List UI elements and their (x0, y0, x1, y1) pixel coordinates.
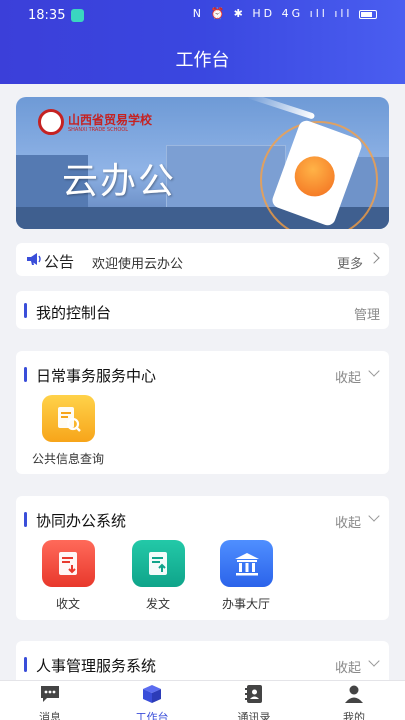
app-label: 收文 (55, 597, 80, 611)
school-logo-icon (38, 109, 64, 135)
bank-hall-icon (219, 540, 273, 587)
notification-app-icon (71, 9, 84, 22)
collapse-button[interactable]: 收起 (335, 512, 361, 531)
battery-icon (359, 9, 377, 19)
megaphone-icon (27, 253, 41, 265)
tab-contacts[interactable]: 通讯录 (219, 681, 289, 720)
bottom-tab-bar: 消息 工作台 通讯录 我的 (0, 680, 405, 720)
app-service-hall[interactable]: 办事大厅 (206, 540, 286, 612)
section-marker (24, 657, 27, 672)
collaboration-title: 协同办公系统 (36, 512, 127, 530)
chevron-down-icon[interactable] (368, 365, 380, 377)
message-icon (41, 686, 59, 702)
search-document-icon (41, 395, 95, 442)
manage-button[interactable]: 管理 (354, 304, 380, 323)
school-name: 山西省贸易学校 (68, 113, 153, 127)
daily-affairs-title: 日常事务服务中心 (36, 367, 157, 385)
status-indicators: N ⏰ ✱ HD 4G ıll ıll (193, 7, 377, 20)
cube-icon (143, 685, 161, 703)
section-marker (24, 367, 27, 382)
app-public-info-query[interactable]: 公共信息查询 (28, 395, 108, 467)
console-title: 我的控制台 (36, 304, 112, 322)
chevron-down-icon[interactable] (368, 655, 380, 667)
console-section: 我的控制台 管理 (16, 291, 389, 329)
chevron-right-icon (368, 252, 380, 264)
send-document-icon (131, 540, 185, 587)
announcement-label: 公告 (44, 253, 75, 271)
page-title: 工作台 (175, 50, 230, 71)
section-marker (24, 512, 27, 527)
hr-title: 人事管理服务系统 (36, 657, 157, 675)
collapse-button[interactable]: 收起 (335, 367, 361, 386)
status-time: 18:35 (28, 8, 66, 23)
app-label: 办事大厅 (221, 597, 270, 611)
contacts-icon (245, 685, 262, 703)
inbox-document-icon (41, 540, 95, 587)
announcement-text: 欢迎使用云办公 (92, 257, 184, 272)
app-label: 公共信息查询 (31, 452, 104, 466)
more-link[interactable]: 更多 (337, 253, 363, 272)
person-icon (345, 685, 363, 703)
app-inbox-document[interactable]: 收文 (28, 540, 108, 612)
school-name-en: SHANXI TRADE SCHOOL (68, 127, 129, 133)
status-bar: 18:35 N ⏰ ✱ HD 4G ıll ıll (0, 0, 405, 30)
tab-workbench[interactable]: 工作台 (117, 681, 187, 720)
chevron-down-icon[interactable] (368, 510, 380, 522)
app-send-document[interactable]: 发文 (118, 540, 198, 612)
announcement-bar[interactable]: 公告 欢迎使用云办公 更多 (16, 243, 389, 276)
promo-banner[interactable]: 山西省贸易学校 SHANXI TRADE SCHOOL 云办公 (16, 97, 389, 229)
tab-profile[interactable]: 我的 (319, 681, 389, 720)
collapse-button[interactable]: 收起 (335, 657, 361, 676)
daily-affairs-section: 日常事务服务中心 收起 公共信息查询 (16, 351, 389, 474)
collaboration-section: 协同办公系统 收起 收文 发文 办事大厅 (16, 496, 389, 620)
app-header: 18:35 N ⏰ ✱ HD 4G ıll ıll 工作台 (0, 0, 405, 84)
app-label: 发文 (145, 597, 170, 611)
section-marker (24, 303, 27, 318)
banner-headline: 云办公 (62, 161, 177, 202)
tab-messages[interactable]: 消息 (15, 681, 85, 720)
